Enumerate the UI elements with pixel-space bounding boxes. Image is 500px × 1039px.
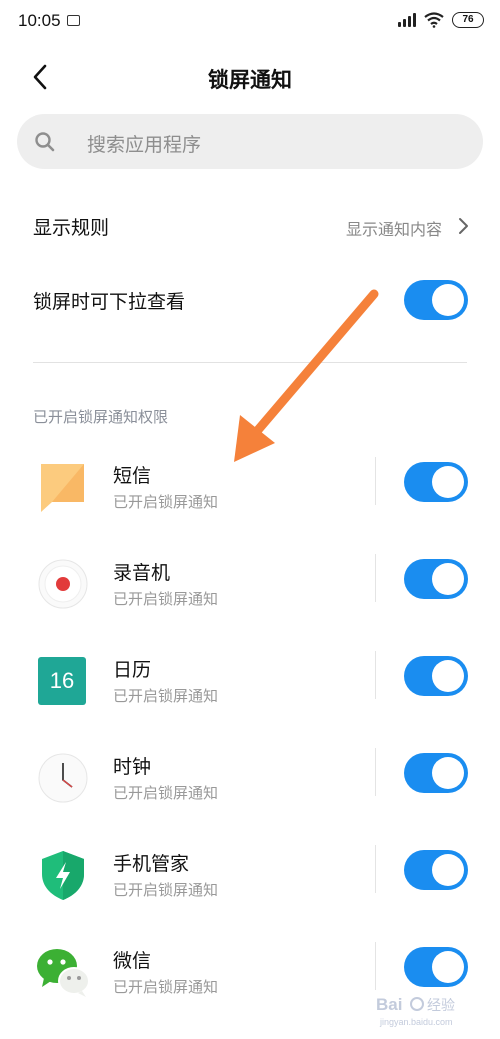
app-row-security: 手机管家 已开启锁屏通知 <box>0 845 500 947</box>
separator <box>375 748 376 796</box>
app-row-calendar: 16 日历 已开启锁屏通知 <box>0 651 500 753</box>
baidu-watermark-logo: Bai 经验 jingyan.baidu.com <box>376 995 455 1027</box>
app-name: 手机管家 <box>113 853 190 875</box>
app-name: 时钟 <box>113 756 152 778</box>
display-rule-value: 显示通知内容 <box>345 220 442 239</box>
app-row-recorder: 录音机 已开启锁屏通知 <box>0 554 500 656</box>
page-title: 锁屏通知 <box>208 68 292 92</box>
app-row-sms: 短信 已开启锁屏通知 <box>0 457 500 559</box>
calendar-icon: 16 <box>38 657 86 705</box>
sim-icon <box>67 15 80 26</box>
pulldown-label: 锁屏时可下拉查看 <box>33 291 186 313</box>
search-placeholder: 搜索应用程序 <box>87 134 202 156</box>
separator <box>375 942 376 990</box>
toggle-knob <box>432 757 464 789</box>
pulldown-toggle[interactable] <box>404 280 468 320</box>
svg-text:jingyan.baidu.com: jingyan.baidu.com <box>379 1017 453 1027</box>
display-rule-label: 显示规则 <box>33 217 110 239</box>
calendar-toggle[interactable] <box>404 656 468 696</box>
separator <box>375 554 376 602</box>
app-status: 已开启锁屏通知 <box>113 881 219 899</box>
toggle-knob <box>432 284 464 316</box>
app-name: 日历 <box>113 659 152 681</box>
svg-text:经验: 经验 <box>427 998 455 1014</box>
search-input[interactable]: 搜索应用程序 <box>17 114 483 169</box>
sms-toggle[interactable] <box>404 462 468 502</box>
wechat-toggle[interactable] <box>404 947 468 987</box>
status-icons: 76 <box>398 12 484 28</box>
pulldown-row: 锁屏时可下拉查看 <box>0 275 500 325</box>
svg-text:Bai: Bai <box>376 995 402 1014</box>
app-status: 已开启锁屏通知 <box>113 687 219 705</box>
chevron-right-icon <box>459 218 468 234</box>
status-bar: 10:05 76 <box>0 0 500 44</box>
app-row-clock: 时钟 已开启锁屏通知 <box>0 748 500 850</box>
toggle-knob <box>432 466 464 498</box>
sms-icon <box>41 464 84 512</box>
search-icon <box>35 132 55 152</box>
recorder-icon <box>38 559 88 609</box>
app-status: 已开启锁屏通知 <box>113 590 219 608</box>
app-status: 已开启锁屏通知 <box>113 493 219 511</box>
wechat-icon <box>37 949 90 997</box>
battery-indicator: 76 <box>452 12 484 28</box>
app-name: 录音机 <box>113 562 171 584</box>
header: 锁屏通知 <box>0 52 500 104</box>
signal-icon <box>398 13 416 27</box>
recorder-toggle[interactable] <box>404 559 468 599</box>
clock-toggle[interactable] <box>404 753 468 793</box>
display-rule-row[interactable]: 显示规则 显示通知内容 <box>0 200 500 250</box>
security-toggle[interactable] <box>404 850 468 890</box>
toggle-knob <box>432 854 464 886</box>
section-header: 已开启锁屏通知权限 <box>33 408 169 426</box>
calendar-day: 16 <box>49 668 75 693</box>
separator <box>375 845 376 893</box>
separator <box>375 651 376 699</box>
toggle-knob <box>432 660 464 692</box>
wifi-icon <box>424 12 444 28</box>
divider <box>33 362 467 363</box>
app-name: 微信 <box>113 950 152 972</box>
app-status: 已开启锁屏通知 <box>113 978 219 996</box>
security-icon <box>42 851 84 900</box>
app-status: 已开启锁屏通知 <box>113 784 219 802</box>
toggle-knob <box>432 951 464 983</box>
clock-icon <box>38 753 88 803</box>
separator <box>375 457 376 505</box>
app-name: 短信 <box>113 465 152 487</box>
status-time: 10:05 <box>18 11 61 30</box>
toggle-knob <box>432 563 464 595</box>
